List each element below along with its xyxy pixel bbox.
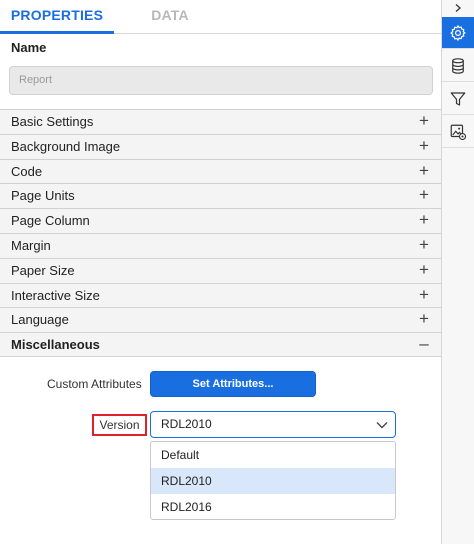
section-label: Background Image xyxy=(11,138,121,154)
expand-icon[interactable]: + xyxy=(417,285,431,305)
version-label: Version xyxy=(92,414,147,436)
chevron-right-icon xyxy=(455,4,461,12)
section-page-units[interactable]: Page Units + xyxy=(0,183,441,209)
section-interactive-size[interactable]: Interactive Size + xyxy=(0,282,441,308)
section-label: Page Units xyxy=(11,188,75,204)
section-language[interactable]: Language + xyxy=(0,307,441,333)
rail-divider xyxy=(442,147,474,148)
custom-attributes-label: Custom Attributes xyxy=(47,377,142,391)
section-label: Language xyxy=(11,312,69,328)
version-option-rdl2016[interactable]: RDL2016 xyxy=(151,494,395,520)
section-label: Page Column xyxy=(11,213,90,229)
section-label: Paper Size xyxy=(11,262,75,278)
name-label: Name xyxy=(11,40,47,55)
image-settings-rail-button[interactable] xyxy=(442,116,474,147)
collapse-icon[interactable]: – xyxy=(417,334,431,354)
rail-divider xyxy=(442,48,474,49)
section-miscellaneous[interactable]: Miscellaneous – xyxy=(0,332,441,357)
version-options-list: Default RDL2010 RDL2016 xyxy=(150,441,396,520)
expand-icon[interactable]: + xyxy=(417,235,431,255)
expand-icon[interactable]: + xyxy=(417,210,431,230)
expand-icon[interactable]: + xyxy=(417,185,431,205)
panel-tabs: PROPERTIES DATA xyxy=(0,0,441,34)
chevron-down-icon[interactable] xyxy=(375,418,389,432)
filter-rail-button[interactable] xyxy=(442,83,474,114)
properties-panel: PROPERTIES DATA Name Report Basic Settin… xyxy=(0,0,441,544)
section-label: Basic Settings xyxy=(11,114,94,129)
expand-icon[interactable]: + xyxy=(417,111,431,131)
section-label: Miscellaneous xyxy=(11,337,100,353)
section-margin[interactable]: Margin + xyxy=(0,232,441,258)
expand-icon[interactable]: + xyxy=(417,260,431,280)
section-label: Code xyxy=(11,163,43,179)
name-input[interactable]: Report xyxy=(9,66,433,95)
rail-divider xyxy=(442,81,474,82)
version-option-default[interactable]: Default xyxy=(151,442,395,468)
version-dropdown[interactable]: RDL2010 xyxy=(150,411,396,438)
section-page-column[interactable]: Page Column + xyxy=(0,208,441,233)
section-basic-settings[interactable]: Basic Settings + xyxy=(0,109,441,134)
filter-icon xyxy=(450,91,466,106)
database-icon xyxy=(452,57,464,74)
property-sections: Basic Settings + Background Image + Code… xyxy=(0,109,441,357)
version-option-rdl2010[interactable]: RDL2010 xyxy=(151,468,395,494)
section-label: Interactive Size xyxy=(11,287,100,303)
image-settings-icon xyxy=(450,124,467,140)
data-rail-button[interactable] xyxy=(442,50,474,81)
expand-icon[interactable]: + xyxy=(417,309,431,329)
tab-data[interactable]: DATA xyxy=(135,0,205,34)
collapse-panel-button[interactable] xyxy=(442,0,474,16)
right-icon-rail xyxy=(441,0,474,544)
version-value: RDL2010 xyxy=(161,417,212,431)
section-paper-size[interactable]: Paper Size + xyxy=(0,257,441,283)
section-label: Margin xyxy=(11,237,51,253)
tab-properties[interactable]: PROPERTIES xyxy=(0,0,114,34)
expand-icon[interactable]: + xyxy=(417,161,431,181)
expand-icon[interactable]: + xyxy=(417,136,431,156)
rail-divider xyxy=(442,114,474,115)
section-background-image[interactable]: Background Image + xyxy=(0,133,441,159)
gear-icon xyxy=(450,24,466,41)
section-code[interactable]: Code + xyxy=(0,158,441,184)
set-attributes-button[interactable]: Set Attributes... xyxy=(150,371,316,397)
properties-rail-button[interactable] xyxy=(442,17,474,48)
